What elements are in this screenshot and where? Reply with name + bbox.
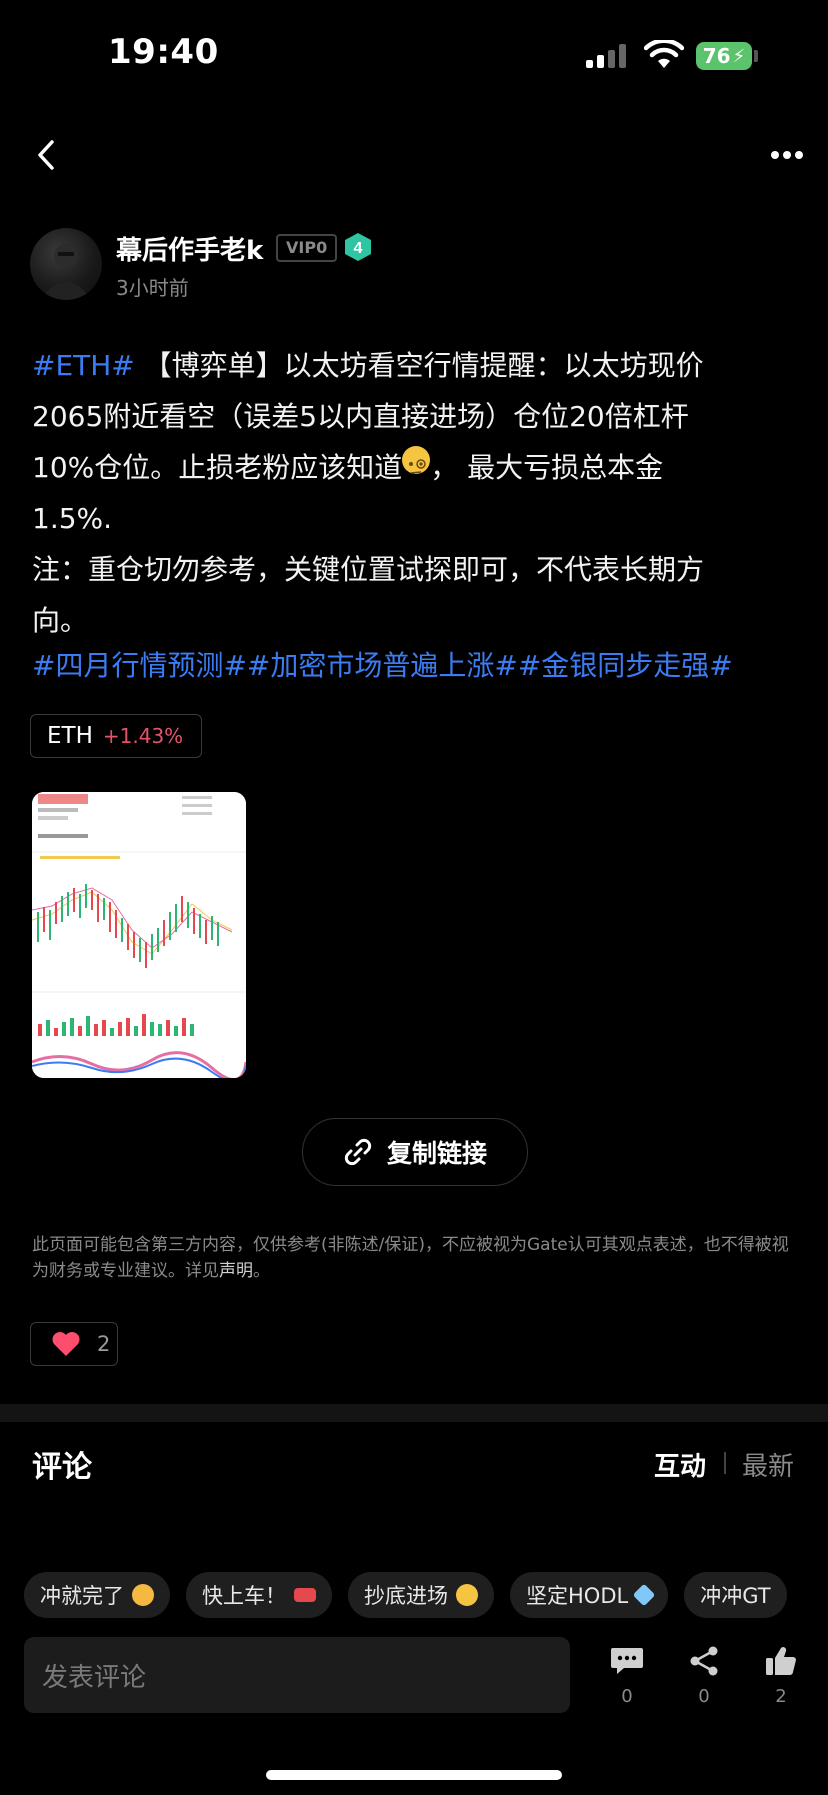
tab-separator (724, 1452, 726, 1474)
ticker-symbol: ETH (47, 723, 93, 749)
post-line: 向。 (32, 604, 89, 637)
monocle-face-emoji-icon (402, 446, 431, 474)
signal-icon (586, 44, 626, 68)
battery-nub (754, 50, 758, 62)
more-options-icon[interactable] (770, 150, 804, 160)
link-icon (344, 1138, 372, 1166)
post-line: ， 最大亏损总本金 (430, 451, 664, 484)
thumbs-up-icon (766, 1647, 796, 1675)
section-divider (0, 1404, 828, 1422)
disclaimer-text: 此页面可能包含第三方内容，仅供参考(非陈述/保证)，不应被视为Gate认可其观点… (32, 1232, 792, 1284)
post-time: 3小时前 (116, 276, 189, 300)
comment-icon (611, 1648, 643, 1674)
home-indicator (266, 1770, 562, 1780)
hashtag-eth[interactable]: #ETH# (32, 349, 135, 382)
quick-reply-chip[interactable]: 冲冲GT (684, 1572, 787, 1618)
disclaimer-statement-link[interactable]: 声明 (219, 1261, 253, 1281)
vip-badge: VIP0 (276, 234, 338, 262)
post-line: 【博弈单】以太坊看空行情提醒：以太坊现价 (134, 349, 704, 382)
ticker-tag[interactable]: ETH +1.43% (30, 714, 202, 758)
car-emoji-icon (294, 1588, 316, 1602)
copy-link-label: 复制链接 (386, 1139, 487, 1168)
share-icon (690, 1646, 718, 1676)
author-name[interactable]: 幕后作手老k (116, 230, 263, 267)
share-count: 0 (698, 1686, 710, 1707)
quick-reply-chip[interactable]: 冲就完了 (24, 1572, 170, 1618)
thumbs-up-count: 2 (775, 1686, 787, 1707)
disclaimer-end: 。 (253, 1261, 270, 1281)
post-body: #ETH# 【博弈单】以太坊看空行情提醒：以太坊现价 2065附近看空（误差5以… (32, 340, 802, 646)
like-count: 2 (97, 1332, 111, 1356)
sunglasses-emoji-icon (456, 1584, 478, 1606)
quick-reply-chip[interactable]: 坚定HODL (510, 1572, 669, 1618)
fist-emoji-icon (132, 1584, 154, 1606)
post-line: 10%仓位。止损老粉应该知道 (32, 451, 403, 484)
author-avatar[interactable] (30, 228, 102, 300)
chart-screenshot-thumbnail[interactable] (32, 792, 246, 1078)
post-line: 2065附近看空（误差5以内直接进场）仓位20倍杠杆 (32, 400, 689, 433)
ticker-change: +1.43% (102, 724, 184, 748)
post-line: 1.5%. (32, 502, 113, 535)
share-action[interactable]: 0 (676, 1646, 732, 1707)
quick-reply-chip[interactable]: 快上车！ (186, 1572, 332, 1618)
wifi-icon (644, 40, 684, 68)
svg-text:4: 4 (354, 240, 363, 257)
hashtags[interactable]: #四月行情预测##加密市场普遍上涨##金银同步走强# (32, 644, 733, 688)
battery-indicator: 76 ⚡ (696, 42, 752, 70)
post-line: 注：重仓切勿参考，关键位置试探即可，不代表长期方 (32, 553, 705, 586)
back-arrow-icon[interactable] (34, 138, 58, 172)
disclaimer-body: 此页面可能包含第三方内容，仅供参考(非陈述/保证)，不应被视为Gate认可其观点… (32, 1235, 789, 1281)
thumbs-up-action[interactable]: 2 (753, 1646, 809, 1707)
like-button[interactable]: 2 (30, 1322, 118, 1366)
tab-interact[interactable]: 互动 (654, 1446, 706, 1483)
quick-reply-chips: 冲就完了 快上车！ 抄底进场 坚定HODL 冲冲GT (24, 1572, 787, 1618)
copy-link-button[interactable]: 复制链接 (302, 1118, 528, 1186)
level-badge: 4 (344, 232, 372, 262)
status-time: 19:40 (108, 32, 219, 72)
quick-reply-chip[interactable]: 抄底进场 (348, 1572, 494, 1618)
tab-latest[interactable]: 最新 (742, 1446, 794, 1483)
comment-action[interactable]: 0 (599, 1646, 655, 1707)
heart-icon (52, 1332, 80, 1356)
gem-emoji-icon (632, 1583, 656, 1607)
comments-title: 评论 (32, 1450, 92, 1485)
comment-input[interactable]: 发表评论 (24, 1637, 570, 1713)
comment-count: 0 (621, 1686, 633, 1707)
